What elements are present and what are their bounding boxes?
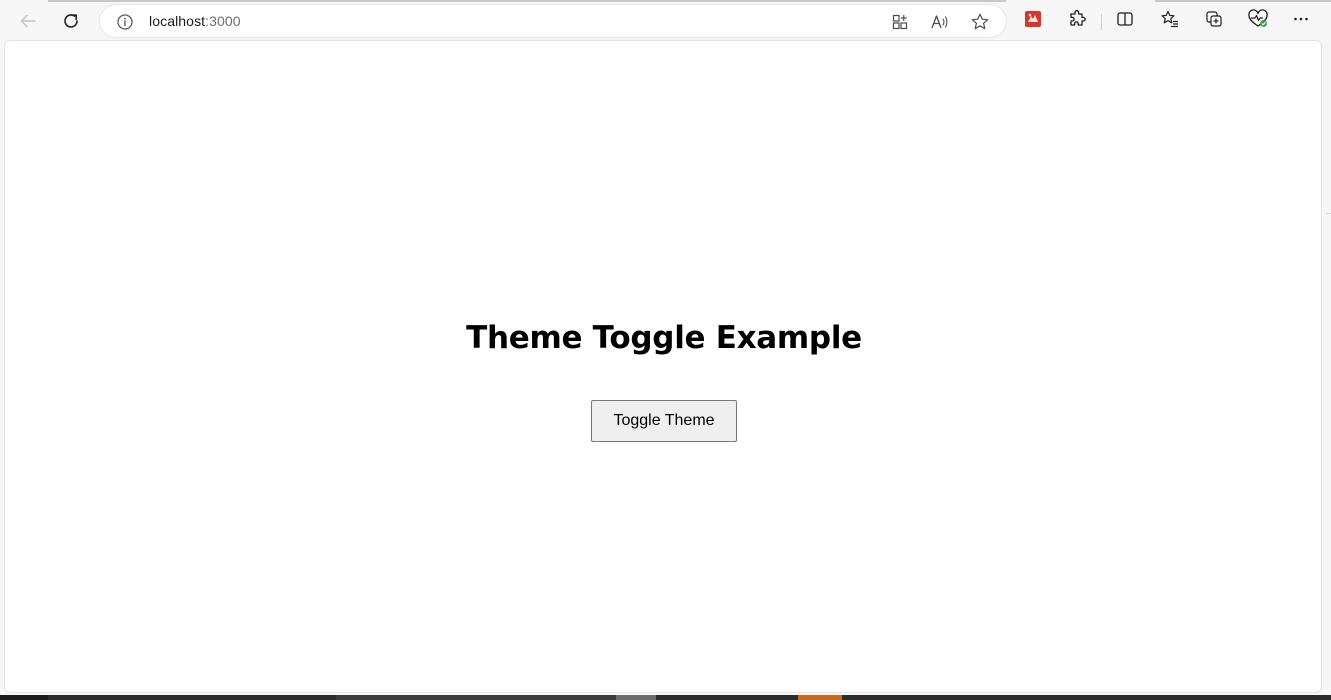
collections-button[interactable] [1200, 7, 1228, 35]
heart-pulse-icon [1247, 8, 1269, 34]
toolbar-divider [1101, 14, 1102, 30]
url-text[interactable]: localhost:3000 [149, 13, 241, 29]
back-arrow-icon [18, 11, 38, 31]
address-bar[interactable]: localhost:3000 [100, 5, 1006, 37]
taskbar-segment [798, 695, 842, 700]
star-icon[interactable] [969, 11, 991, 33]
taskbar-segment [616, 695, 656, 700]
page-title: Theme Toggle Example [466, 320, 862, 356]
reload-icon [61, 11, 81, 31]
more-dots-icon [1291, 9, 1311, 34]
tab-strip-segment [48, 0, 1006, 2]
collections-icon [1204, 9, 1224, 34]
browser-essentials-button[interactable] [1244, 7, 1272, 35]
taskbar-segment [336, 695, 616, 700]
extension-red-button[interactable] [1019, 7, 1047, 35]
back-button[interactable] [12, 5, 44, 37]
split-screen-button[interactable] [1111, 7, 1139, 35]
favorites-list-icon [1160, 9, 1180, 34]
more-button[interactable] [1287, 7, 1315, 35]
url-host: localhost [149, 13, 206, 29]
favorites-button[interactable] [1156, 7, 1184, 35]
puzzle-piece-icon [1067, 9, 1087, 34]
taskbar [0, 695, 1331, 700]
read-aloud-icon[interactable] [929, 11, 951, 33]
extensions-button[interactable] [1063, 7, 1091, 35]
url-port: :3000 [205, 13, 241, 29]
scrollbar-mark [1326, 213, 1331, 214]
app-available-icon[interactable] [889, 11, 911, 33]
page-viewport: Theme Toggle Example Toggle Theme [4, 40, 1322, 693]
split-screen-icon [1115, 9, 1135, 34]
reload-button[interactable] [55, 5, 87, 37]
extension-red-icon [1024, 10, 1042, 33]
info-icon[interactable] [116, 13, 134, 31]
toggle-theme-button[interactable]: Toggle Theme [591, 400, 737, 442]
browser-toolbar: localhost:3000 [0, 3, 1331, 39]
taskbar-segment [0, 695, 48, 700]
tab-strip-segment [1155, 0, 1331, 2]
